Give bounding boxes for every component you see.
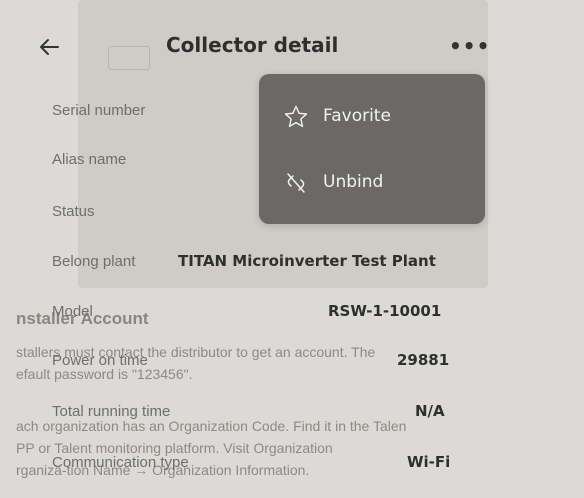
back-button[interactable]	[36, 33, 64, 61]
detail-value: N/A	[415, 402, 445, 420]
more-button[interactable]: •••	[449, 36, 489, 56]
menu-item-unbind[interactable]: Unbind	[259, 152, 485, 214]
detail-row-belong-plant: Belong plant TITAN Microinverter Test Pl…	[0, 251, 584, 291]
more-menu: Favorite Unbind	[259, 74, 485, 224]
arrow-left-icon	[40, 39, 59, 55]
unbind-icon	[287, 173, 305, 193]
menu-item-label: Favorite	[323, 106, 391, 126]
detail-label: Communication type	[52, 454, 189, 471]
detail-label: Model	[52, 303, 93, 320]
detail-row-communication-type: Communication type Wi-Fi	[0, 452, 584, 492]
detail-row-model: Model RSW-1-10001	[0, 301, 584, 341]
detail-row-power-on-time: Power on time 29881	[0, 350, 584, 390]
more-icon: •••	[449, 34, 491, 58]
detail-label: Status	[52, 203, 95, 220]
detail-row-total-running-time: Total running time N/A	[0, 401, 584, 441]
star-icon	[284, 105, 308, 128]
collector-detail-screen: Collector detail ••• Serial number Alias…	[0, 0, 584, 498]
detail-label: Serial number	[52, 102, 146, 119]
detail-value: 29881	[397, 351, 450, 369]
detail-value: Wi-Fi	[407, 453, 451, 471]
detail-value: RSW-1-10001	[328, 302, 442, 320]
detail-label: Power on time	[52, 352, 148, 369]
menu-item-label: Unbind	[323, 172, 384, 192]
detail-label: Total running time	[52, 403, 171, 420]
detail-label: Belong plant	[52, 253, 136, 270]
page-title: Collector detail	[166, 33, 339, 57]
menu-item-favorite[interactable]: Favorite	[259, 86, 485, 148]
detail-value: TITAN Microinverter Test Plant	[178, 252, 436, 270]
detail-label: Alias name	[52, 151, 127, 168]
